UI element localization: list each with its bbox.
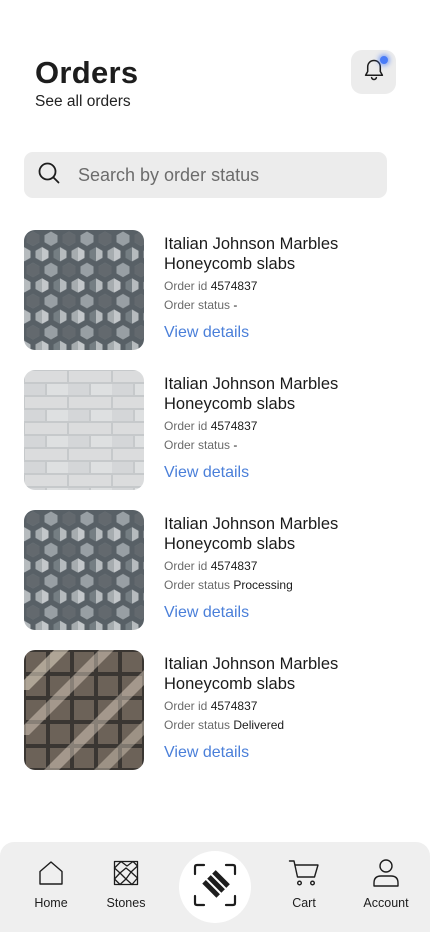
search-bar[interactable] xyxy=(24,152,387,198)
order-id-row: Order id 4574837 xyxy=(164,699,414,713)
page-title: Orders xyxy=(35,55,139,90)
see-all-orders-label: See all orders xyxy=(35,93,131,110)
nav-label-account: Account xyxy=(363,896,409,910)
order-status-value: Delivered xyxy=(233,718,285,732)
order-title: Italian Johnson Marbles Honeycomb slabs xyxy=(164,235,339,273)
order-status-value: - xyxy=(233,298,238,312)
order-status-value: - xyxy=(233,438,238,452)
order-title: Italian Johnson Marbles Honeycomb slabs xyxy=(164,655,339,693)
order-id-label: Order id xyxy=(164,559,208,573)
nav-label-stones: Stones xyxy=(106,896,146,910)
notifications-button[interactable] xyxy=(351,50,396,94)
order-id-value: 4574837 xyxy=(210,419,258,433)
orders-list: Italian Johnson Marbles Honeycomb slabs … xyxy=(24,230,414,790)
scan-button[interactable] xyxy=(179,851,251,923)
order-status-row: Order status - xyxy=(164,438,414,452)
scan-icon xyxy=(192,862,238,913)
account-icon xyxy=(372,856,400,890)
order-id-row: Order id 4574837 xyxy=(164,279,414,293)
nav-item-account[interactable]: Account xyxy=(346,856,426,910)
search-input[interactable] xyxy=(78,164,358,186)
order-thumbnail xyxy=(24,510,144,630)
header: Orders See all orders xyxy=(35,55,138,112)
order-status-label: Order status xyxy=(164,718,231,732)
order-id-value: 4574837 xyxy=(210,699,258,713)
order-card[interactable]: Italian Johnson Marbles Honeycomb slabs … xyxy=(24,650,414,770)
order-id-label: Order id xyxy=(164,279,208,293)
order-thumbnail xyxy=(24,230,144,350)
order-id-label: Order id xyxy=(164,419,208,433)
notification-dot xyxy=(380,56,388,64)
order-card[interactable]: Italian Johnson Marbles Honeycomb slabs … xyxy=(24,510,414,630)
order-thumbnail xyxy=(24,370,144,490)
nav-item-home[interactable]: Home xyxy=(11,856,91,910)
order-id-row: Order id 4574837 xyxy=(164,559,414,573)
order-id-value: 4574837 xyxy=(210,279,258,293)
order-thumbnail xyxy=(24,650,144,770)
order-id-row: Order id 4574837 xyxy=(164,419,414,433)
order-status-row: Order status - xyxy=(164,298,414,312)
search-icon xyxy=(37,161,61,190)
cart-icon xyxy=(288,856,320,890)
view-details-link[interactable]: View details xyxy=(164,463,249,483)
order-status-label: Order status xyxy=(164,438,231,452)
nav-item-stones[interactable]: Stones xyxy=(86,856,166,910)
nav-label-home: Home xyxy=(34,896,68,910)
order-card[interactable]: Italian Johnson Marbles Honeycomb slabs … xyxy=(24,230,414,350)
order-title: Italian Johnson Marbles Honeycomb slabs xyxy=(164,515,339,553)
nav-label-cart: Cart xyxy=(292,896,316,910)
stones-icon xyxy=(113,856,139,890)
order-status-value: Processing xyxy=(233,578,293,592)
order-title: Italian Johnson Marbles Honeycomb slabs xyxy=(164,375,339,413)
home-icon xyxy=(37,856,65,890)
order-id-value: 4574837 xyxy=(210,559,258,573)
view-details-link[interactable]: View details xyxy=(164,743,249,763)
order-status-label: Order status xyxy=(164,578,231,592)
order-status-label: Order status xyxy=(164,298,231,312)
nav-item-cart[interactable]: Cart xyxy=(264,856,344,910)
order-status-row: Order status Delivered xyxy=(164,718,414,732)
order-status-row: Order status Processing xyxy=(164,578,414,592)
view-details-link[interactable]: View details xyxy=(164,323,249,343)
view-details-link[interactable]: View details xyxy=(164,603,249,623)
order-id-label: Order id xyxy=(164,699,208,713)
bottom-nav: Home Stones Cart Account xyxy=(0,842,430,932)
order-card[interactable]: Italian Johnson Marbles Honeycomb slabs … xyxy=(24,370,414,490)
